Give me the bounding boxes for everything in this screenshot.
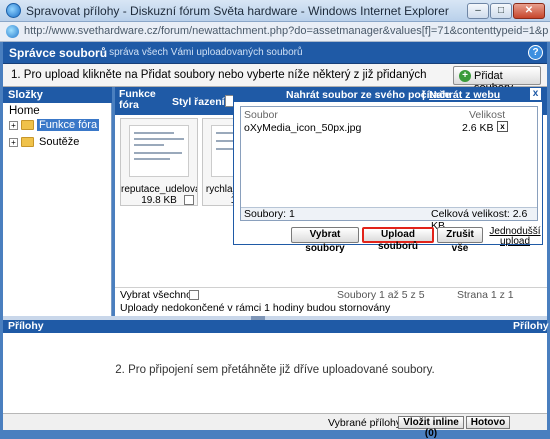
help-icon[interactable]: ? — [528, 45, 543, 60]
add-icon: + — [459, 70, 471, 82]
upload-summary: Soubory: 1 Celková velikost: 2.6 KB — [241, 207, 537, 232]
file-name: reputace_udelovan — [121, 184, 197, 195]
maximize-button[interactable]: □ — [490, 3, 512, 19]
current-folder-name: Funkce fóra — [119, 88, 156, 111]
simple-upload-link[interactable]: Jednodušší upload — [489, 227, 541, 247]
upload-file-list: Soubor Velikost oXyMedia_icon_50px.jpg 2… — [240, 106, 538, 232]
upload-file-name: oXyMedia_icon_50px.jpg — [244, 122, 362, 134]
expand-icon[interactable]: + — [9, 121, 18, 130]
folder-panel-title: Složky — [3, 87, 112, 103]
remove-file-icon[interactable]: x — [497, 121, 508, 132]
folder-panel: Složky Home + Funkce fóra + Soutěže — [3, 87, 112, 316]
insert-inline-button[interactable]: Vložit inline (0) — [398, 416, 464, 439]
close-dialog-icon[interactable]: x — [530, 88, 541, 100]
column-file: Soubor — [244, 109, 278, 121]
select-all-checkbox[interactable] — [189, 290, 199, 300]
address-bar: http://www.svethardware.cz/forum/newatta… — [0, 22, 550, 42]
file-checkbox[interactable] — [184, 195, 194, 205]
file-count: Soubory 1 až 5 z 5 — [337, 289, 425, 301]
file-thumbnail[interactable]: reputace_udelovan 19.8 KB — [120, 118, 198, 206]
sort-label: Styl řazení: — [172, 96, 229, 108]
file-panel-footer: Vybrat všechno Soubory 1 až 5 z 5 Strana… — [115, 289, 547, 302]
folder-item-funkce-fora[interactable]: + Funkce fóra — [9, 119, 109, 133]
folder-home[interactable]: Home — [9, 105, 40, 117]
cancel-all-button[interactable]: Zrušit vše — [437, 227, 483, 254]
attachments-footer: Vybrané přílohy: Vložit inline (0) Hotov… — [3, 413, 547, 439]
window-title: Spravovat přílohy - Diskuzní fórum Světa… — [26, 4, 449, 18]
tab-local-upload[interactable]: Nahrát soubor ze svého počítače — [286, 89, 451, 101]
attachments-title: Přílohy — [8, 320, 44, 332]
attachments-title-right: Přílohy — [513, 320, 549, 332]
attachments-header: Přílohy Přílohy — [3, 320, 549, 333]
expand-icon[interactable]: + — [9, 138, 18, 147]
upload-dialog-header: Nahrát soubor ze svého počítače | Nahrát… — [234, 88, 542, 102]
tab-web-upload[interactable]: Nahrát z webu — [429, 89, 500, 101]
pending-note-row: Uploady nedokončené v rámci 1 hodiny bud… — [115, 302, 547, 315]
upload-count: Soubory: 1 — [244, 208, 295, 220]
thumbnail-image — [129, 125, 189, 177]
manager-subtitle: - správa všech Vámi uploadovaných soubor… — [103, 47, 303, 58]
select-files-button[interactable]: Vybrat soubory — [291, 227, 359, 254]
divider — [115, 287, 547, 288]
select-all-label: Vybrat všechno — [120, 289, 192, 301]
attachments-drop-zone[interactable]: 2. Pro připojení sem přetáhněte již dřív… — [3, 364, 547, 376]
upload-file-size: 2.6 KB — [462, 122, 494, 134]
close-window-button[interactable]: ✕ — [513, 3, 545, 19]
instruction-text: 1. Pro upload klikněte na Přidat soubory… — [11, 69, 427, 81]
attachments-panel: Přílohy Přílohy 2. Pro připojení sem pře… — [3, 320, 549, 439]
folder-icon — [21, 137, 34, 147]
instruction-bar: 1. Pro upload klikněte na Přidat soubory… — [3, 64, 547, 94]
column-size: Velikost — [469, 109, 506, 121]
ie-icon — [6, 3, 21, 18]
url-field[interactable]: http://www.svethardware.cz/forum/newatta… — [24, 25, 548, 37]
manager-header: Správce souborů - správa všech Vámi uplo… — [3, 42, 547, 64]
minimize-button[interactable]: – — [467, 3, 489, 19]
manager-title: Správce souborů — [9, 46, 108, 60]
tab-separator: | — [422, 89, 425, 101]
add-files-button[interactable]: + Přidat soubory — [453, 66, 541, 94]
done-button[interactable]: Hotovo — [466, 416, 510, 429]
page-icon — [6, 25, 19, 38]
window-titlebar: Spravovat přílohy - Diskuzní fórum Světa… — [0, 0, 550, 22]
folder-item-souteze[interactable]: + Soutěže — [9, 136, 109, 150]
folder-icon — [21, 120, 34, 130]
upload-dialog: Nahrát soubor ze svého počítače | Nahrát… — [233, 87, 543, 254]
upload-files-button[interactable]: Upload souborů — [362, 227, 434, 252]
page-indicator: Strana 1 z 1 — [457, 289, 514, 301]
pending-note: Uploady nedokončené v rámci 1 hodiny bud… — [120, 302, 391, 314]
selected-attachments-label: Vybrané přílohy: — [328, 417, 405, 429]
